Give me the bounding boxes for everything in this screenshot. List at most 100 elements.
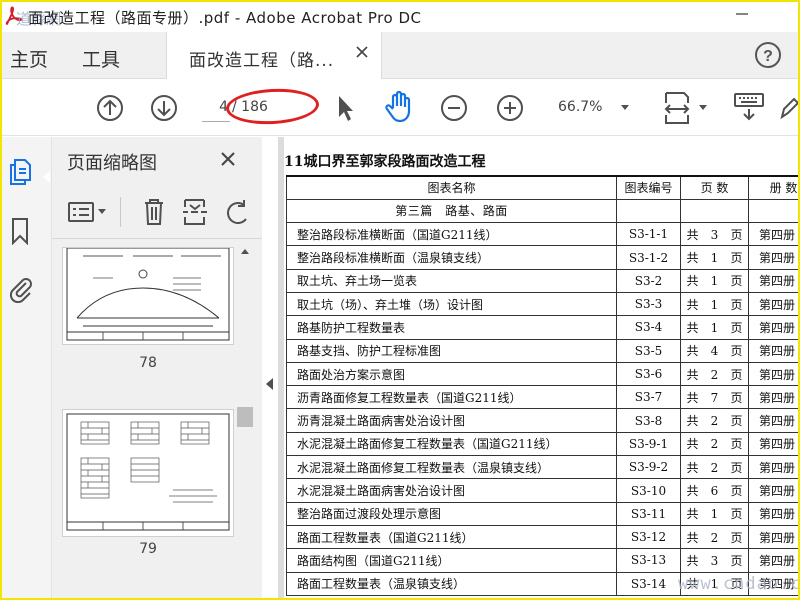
thumbnail-scrollbar[interactable] <box>236 247 254 598</box>
options-chevron-icon[interactable] <box>98 209 106 215</box>
page-fit-icon[interactable] <box>662 89 696 127</box>
row-pages-count: 1 <box>710 297 719 312</box>
tab-tools[interactable]: 工具 <box>82 45 120 72</box>
thumbnail-drawing <box>66 413 230 531</box>
delete-page-icon[interactable] <box>142 197 166 227</box>
row-code: S3-5 <box>616 338 681 363</box>
row-pages-count: 3 <box>710 227 719 242</box>
row-pages-ye: 页 <box>730 460 743 475</box>
row-book: 第四册 <box>748 361 798 387</box>
page-thumbnail-79[interactable] <box>62 409 234 537</box>
row-pages-ye: 页 <box>730 344 743 359</box>
row-pages: 共2页 <box>680 361 749 387</box>
options-menu-icon[interactable] <box>68 201 96 223</box>
page-thumbnail-78[interactable] <box>62 247 234 345</box>
row-name: 整治路段标准横断面（温泉镇支线） <box>286 245 617 270</box>
table-row: 路面工程数量表（国道G211线） S3-12 共 2 页第四册 <box>286 524 798 550</box>
row-name: 路面工程数量表（国道G211线） <box>286 524 617 550</box>
row-pages-gong: 共 <box>686 251 699 266</box>
acrobat-window: 道縣網 面改造工程（路面专册）.pdf - Adobe Acrobat Pro … <box>0 0 800 600</box>
row-book: 第四册 <box>748 501 798 526</box>
tab-bar: 主页 工具 面改造工程（路... ? <box>2 32 798 79</box>
svg-text:?: ? <box>763 48 773 65</box>
row-pages-ye: 页 <box>730 367 743 382</box>
minimize-button[interactable] <box>734 6 750 22</box>
row-book: 第四册 <box>748 315 798 340</box>
table-row: 沥青路面修复工程数量表（国道G211线） S3-7 共 7 页第四册 <box>286 385 798 410</box>
zoom-dropdown-chevron-icon[interactable] <box>620 104 630 112</box>
close-tab-icon[interactable] <box>355 45 369 59</box>
row-name: 水泥混凝土路面修复工程数量表（温泉镇支线） <box>286 455 617 480</box>
scroll-up-icon[interactable] <box>240 247 250 255</box>
collapse-panel-icon[interactable] <box>264 377 274 391</box>
row-pages: 共2页 <box>680 408 749 433</box>
panel-title: 页面缩略图 <box>67 153 157 174</box>
row-name: 路基支挡、防护工程标准图 <box>286 338 617 363</box>
main-toolbar: 4 / 186 66.7% <box>2 79 798 136</box>
row-pages-ye: 页 <box>730 530 743 545</box>
row-book: 第四册 <box>748 431 798 457</box>
table-row: 整治路面过渡段处理示意图 S3-11 共 1 页第四册 <box>286 501 798 526</box>
row-pages-count: 2 <box>710 367 719 382</box>
row-pages-ye: 页 <box>730 484 743 498</box>
table-row: 取土坑（场）、弃土堆（场）设计图 S3-3 共 1 页第四册 <box>286 291 798 317</box>
row-code: S3-7 <box>616 385 681 410</box>
page-fit-chevron-icon[interactable] <box>698 104 708 112</box>
table-row: 水泥混凝土路面病害处治设计图 S3-10 共 6 页第四册 <box>286 478 798 503</box>
row-book: 第四册 <box>748 548 798 573</box>
extract-pages-icon[interactable] <box>182 197 208 227</box>
page-up-icon[interactable] <box>96 94 124 122</box>
row-pages-ye: 页 <box>730 251 743 266</box>
row-pages: 共1页 <box>680 291 749 317</box>
header-code: 图表编号 <box>616 174 681 200</box>
select-cursor-icon[interactable] <box>336 93 356 123</box>
page-down-icon[interactable] <box>150 94 178 122</box>
attachment-icon[interactable] <box>8 273 34 303</box>
row-pages-ye: 页 <box>730 390 743 405</box>
row-pages-gong: 共 <box>686 414 699 429</box>
zoom-out-icon[interactable] <box>440 94 468 122</box>
row-book: 第四册 <box>748 385 798 410</box>
tab-home[interactable]: 主页 <box>10 45 48 72</box>
zoom-in-icon[interactable] <box>496 94 524 122</box>
row-pages: 共1页 <box>680 268 749 293</box>
rotate-page-icon[interactable] <box>224 199 252 227</box>
row-pages-ye: 页 <box>730 227 743 242</box>
page-thumbnails-icon[interactable] <box>8 157 34 187</box>
row-book: 第四册 <box>748 291 798 317</box>
row-pages-count: 1 <box>710 507 719 522</box>
row-pages-gong: 共 <box>686 274 699 289</box>
zoom-level[interactable]: 66.7% <box>558 99 602 115</box>
document-heading: 11城口界至郭家段路面改造工程 <box>284 154 486 170</box>
page-input-underline <box>202 121 230 122</box>
row-name: 取土坑、弃土场一览表 <box>286 268 617 293</box>
title-bar: 道縣網 面改造工程（路面专册）.pdf - Adobe Acrobat Pro … <box>2 2 798 32</box>
hand-tool-icon[interactable] <box>384 91 414 123</box>
row-book: 第四册 <box>748 245 798 270</box>
bookmark-icon[interactable] <box>10 217 30 245</box>
row-pages-gong: 共 <box>686 367 699 382</box>
row-pages-gong: 共 <box>686 297 699 312</box>
row-pages: 共3页 <box>680 222 749 247</box>
row-pages-gong: 共 <box>686 530 699 545</box>
document-viewport[interactable]: 11城口界至郭家段路面改造工程 图表名称 图表编号 页 数 册 数 第三篇 路基… <box>278 137 798 598</box>
header-book: 册 数 <box>748 174 798 200</box>
scrollbar-thumb[interactable] <box>237 407 253 427</box>
tab-document[interactable]: 面改造工程（路... <box>166 32 382 79</box>
row-code: S3-8 <box>616 408 681 433</box>
close-panel-icon[interactable] <box>220 151 236 167</box>
current-page-input[interactable]: 4 <box>202 99 228 115</box>
keyboard-icon[interactable] <box>732 91 766 123</box>
table-section-row: 第三篇 路基、路面 <box>286 198 798 224</box>
table-row: 水泥混凝土路面修复工程数量表（温泉镇支线） S3-9-2 共 2 页第四册 <box>286 455 798 480</box>
row-pages: 共4页 <box>680 338 749 363</box>
row-pages-ye: 页 <box>730 507 743 522</box>
pen-icon[interactable] <box>778 95 800 121</box>
row-code: S3-10 <box>616 478 681 503</box>
help-button[interactable]: ? <box>754 41 782 69</box>
row-code: S3-1-2 <box>616 245 681 270</box>
section-title: 第三篇 路基、路面 <box>286 198 617 224</box>
row-pages: 共3页 <box>680 548 749 573</box>
row-pages-gong: 共 <box>686 484 699 498</box>
minimize-icon <box>736 13 748 15</box>
